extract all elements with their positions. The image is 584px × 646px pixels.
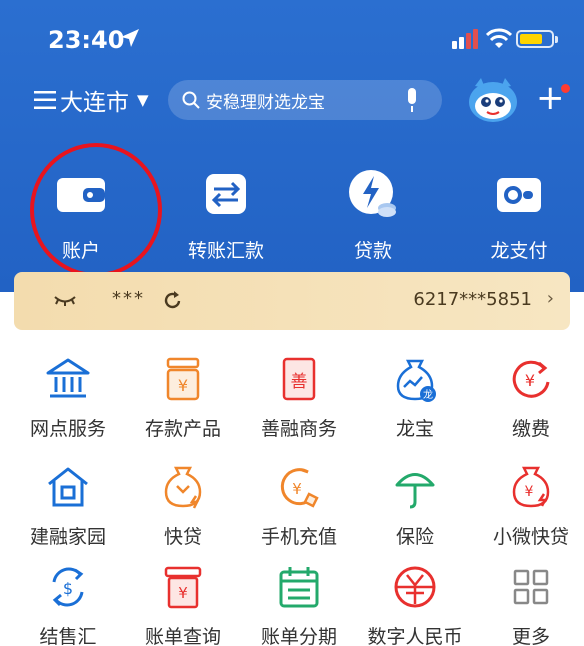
service-more[interactable]: 更多	[473, 564, 584, 646]
longbao-icon: 龙	[396, 359, 436, 402]
service-label: 账单查询	[144, 626, 221, 646]
search-placeholder: 安稳理财选龙宝	[206, 92, 325, 113]
service-label: 更多	[511, 626, 550, 646]
service-label: 数字人民币	[367, 626, 463, 646]
search-icon	[182, 91, 200, 109]
location-arrow-icon	[121, 29, 139, 47]
account-number: 6217***5851	[413, 289, 532, 310]
refresh-icon[interactable]	[164, 290, 182, 310]
svg-text:¥: ¥	[178, 584, 188, 602]
quick-action-loan[interactable]: 贷款	[328, 166, 418, 263]
battery-icon	[516, 30, 558, 48]
service-label: 结售汇	[39, 626, 97, 646]
signal-icon	[452, 29, 478, 49]
service-label: 保险	[395, 526, 434, 548]
umbrella-icon	[395, 473, 435, 509]
svg-text:龙: 龙	[423, 388, 433, 401]
service-phone-topup[interactable]: ¥ 手机充值	[241, 464, 357, 549]
service-label: 建融家园	[29, 526, 106, 548]
status-time: 23:40	[48, 26, 125, 54]
search-input[interactable]: 安稳理财选龙宝	[168, 80, 442, 120]
mascot-avatar-icon[interactable]	[467, 76, 519, 124]
notification-dot	[561, 84, 570, 93]
service-label: 账单分期	[260, 626, 337, 646]
service-label: 小微快贷	[492, 526, 569, 548]
service-quick-loan[interactable]: 快贷	[125, 464, 241, 549]
svg-text:$: $	[63, 579, 73, 598]
caret-down-icon: ▼	[137, 91, 149, 109]
city-selector[interactable]: 大连市 ▼	[34, 82, 149, 118]
service-home[interactable]: 建融家园	[10, 464, 126, 549]
phone-topup-icon: ¥	[280, 468, 319, 508]
service-label: 龙宝	[395, 418, 434, 440]
chevron-right-icon: ›	[546, 288, 554, 309]
long-pay-icon	[497, 178, 541, 212]
fx-exchange-icon: $	[52, 567, 84, 607]
service-label: 存款产品	[144, 418, 221, 440]
svg-text:¥: ¥	[525, 371, 535, 390]
service-fx[interactable]: $ 结售汇	[10, 564, 126, 646]
svg-text:¥: ¥	[525, 484, 534, 500]
status-bar: 23:40	[0, 0, 584, 70]
loan-icon	[349, 170, 396, 217]
quick-action-label: 转账汇款	[187, 240, 264, 262]
home-icon	[48, 467, 88, 507]
more-grid-icon	[513, 569, 549, 605]
service-branch[interactable]: 网点服务	[10, 356, 126, 441]
service-label: 手机充值	[260, 526, 337, 548]
quick-action-transfer[interactable]: 转账汇款	[181, 166, 271, 263]
service-deposit[interactable]: ¥ 存款产品	[125, 356, 241, 441]
quick-loan-icon	[164, 466, 202, 509]
payment-icon: ¥	[512, 360, 550, 398]
wifi-icon	[486, 28, 512, 48]
service-payment[interactable]: ¥ 缴费	[473, 356, 584, 441]
quick-action-label: 贷款	[353, 240, 392, 262]
microphone-icon[interactable]	[404, 88, 420, 112]
svg-text:善: 善	[291, 372, 308, 392]
service-label: 善融商务	[260, 418, 337, 440]
calendar-icon	[279, 567, 319, 608]
account-card[interactable]: *** 6217***5851 ›	[14, 272, 570, 330]
service-insurance[interactable]: 保险	[357, 464, 473, 549]
deposit-icon: ¥	[166, 357, 200, 401]
service-label: 缴费	[511, 418, 550, 440]
service-bill-query[interactable]: ¥ 账单查询	[125, 564, 241, 646]
bill-query-icon: ¥	[164, 566, 202, 609]
transfer-icon	[206, 174, 246, 214]
service-micro-loan[interactable]: ¥ 小微快贷	[473, 464, 584, 549]
service-longbao[interactable]: 龙 龙宝	[357, 356, 473, 441]
svg-text:¥: ¥	[178, 376, 188, 395]
highlight-circle	[30, 143, 162, 277]
menu-icon	[34, 91, 56, 109]
digital-rmb-icon	[394, 566, 436, 608]
quick-action-label: 龙支付	[490, 240, 548, 262]
service-label: 快贷	[163, 526, 202, 548]
service-label: 网点服务	[29, 418, 106, 440]
bank-branch-icon	[46, 358, 90, 398]
city-name: 大连市	[60, 90, 129, 116]
service-bill-installment[interactable]: 账单分期	[241, 564, 357, 646]
service-shanrong[interactable]: 善 善融商务	[241, 356, 357, 441]
quick-action-long-pay[interactable]: 龙支付	[474, 166, 564, 263]
svg-text:¥: ¥	[292, 480, 302, 498]
shanrong-icon: 善	[282, 357, 316, 401]
eye-closed-icon[interactable]	[54, 294, 76, 308]
micro-loan-icon: ¥	[512, 466, 550, 508]
service-digital-rmb[interactable]: 数字人民币	[357, 564, 473, 646]
masked-balance: ***	[112, 288, 145, 309]
add-icon[interactable]: +	[536, 78, 565, 118]
